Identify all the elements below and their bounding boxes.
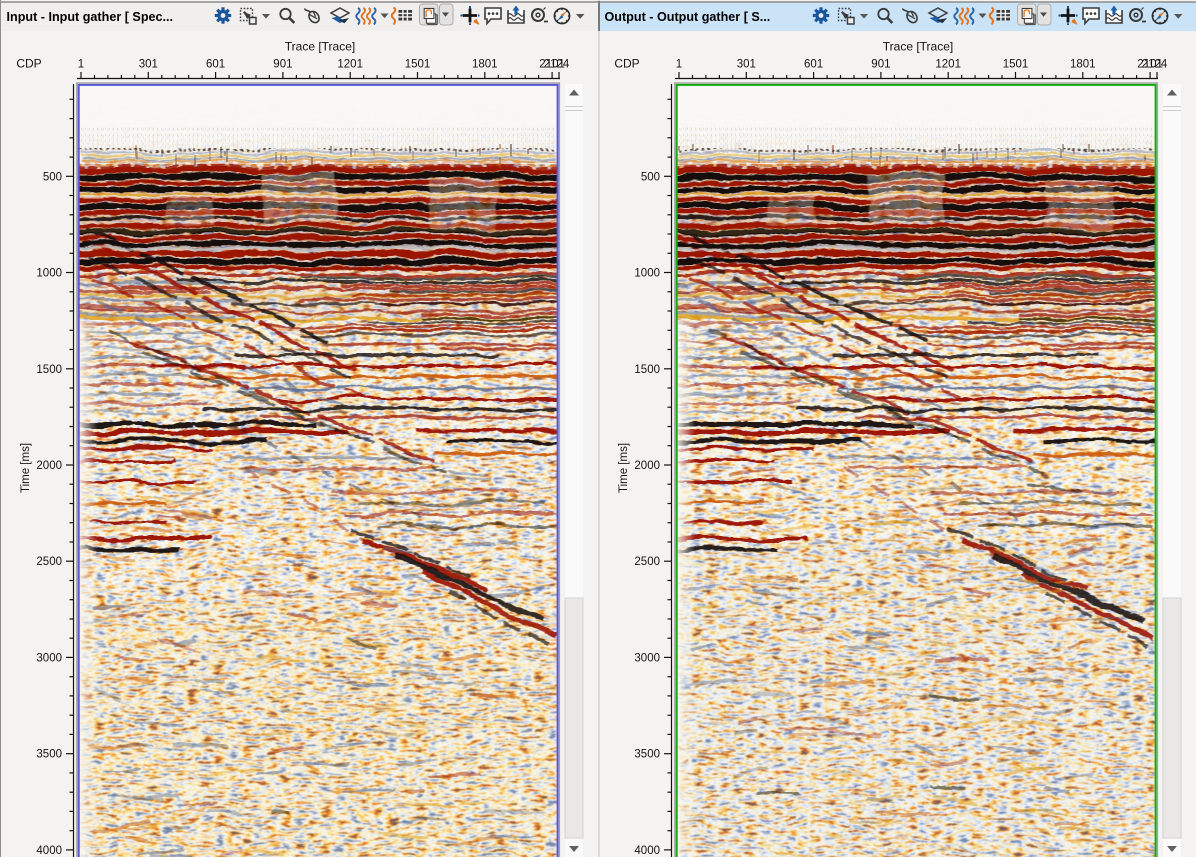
svg-text:2124: 2124	[544, 59, 570, 71]
svg-text:1500: 1500	[36, 364, 62, 376]
svg-text:2000: 2000	[36, 460, 62, 472]
svg-text:1501: 1501	[1003, 59, 1029, 71]
svg-text:1201: 1201	[935, 59, 961, 71]
svg-text:Time [ms]: Time [ms]	[618, 443, 630, 493]
svg-text:CDP: CDP	[614, 57, 639, 71]
svg-text:Trace [Trace]: Trace [Trace]	[883, 40, 953, 54]
svg-text:500: 500	[43, 171, 62, 183]
svg-text:Time [ms]: Time [ms]	[20, 443, 32, 493]
svg-text:3500: 3500	[36, 749, 62, 761]
svg-text:1201: 1201	[337, 59, 363, 71]
svg-text:Output - Output gather [ S...: Output - Output gather [ S...	[605, 10, 771, 24]
svg-text:1000: 1000	[36, 268, 62, 280]
svg-text:1: 1	[676, 59, 682, 71]
svg-text:901: 901	[871, 59, 890, 71]
svg-text:301: 301	[139, 59, 158, 71]
svg-text:4000: 4000	[634, 845, 660, 857]
svg-text:3500: 3500	[634, 749, 660, 761]
svg-text:3000: 3000	[36, 652, 62, 664]
svg-text:Trace [Trace]: Trace [Trace]	[285, 40, 355, 54]
svg-text:4000: 4000	[36, 845, 62, 857]
svg-text:1500: 1500	[634, 364, 660, 376]
svg-text:500: 500	[641, 171, 660, 183]
svg-text:Input - Input gather [ Spec...: Input - Input gather [ Spec...	[7, 10, 174, 24]
svg-text:601: 601	[206, 59, 225, 71]
svg-text:1501: 1501	[405, 59, 431, 71]
svg-text:601: 601	[804, 59, 823, 71]
svg-text:1801: 1801	[1070, 59, 1096, 71]
svg-text:CDP: CDP	[16, 57, 41, 71]
svg-text:1801: 1801	[472, 59, 498, 71]
svg-text:901: 901	[273, 59, 292, 71]
svg-text:2000: 2000	[634, 460, 660, 472]
svg-text:301: 301	[737, 59, 756, 71]
svg-text:2500: 2500	[36, 556, 62, 568]
svg-text:2124: 2124	[1142, 59, 1168, 71]
svg-text:1000: 1000	[634, 268, 660, 280]
svg-text:3000: 3000	[634, 652, 660, 664]
svg-text:1: 1	[78, 59, 84, 71]
svg-text:2500: 2500	[634, 556, 660, 568]
